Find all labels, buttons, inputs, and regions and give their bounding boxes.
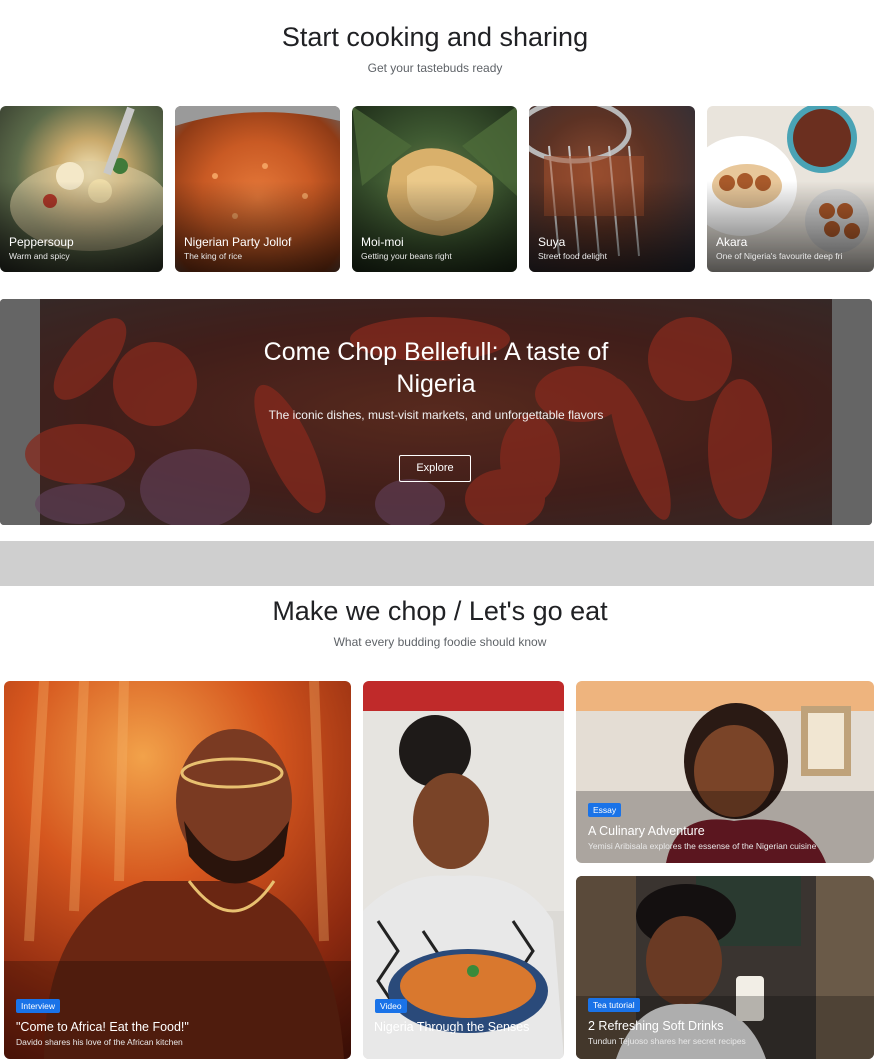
story-subtitle: Tundun Tejuoso shares her secret recipes xyxy=(588,1036,746,1046)
card-subtitle: Getting your beans right xyxy=(361,251,452,261)
recipe-card-moimoi[interactable]: Moi-moi Getting your beans right xyxy=(352,106,517,272)
story-tag: Video xyxy=(375,999,407,1013)
story-card-video[interactable]: Video Nigeria Through the Senses Yemisi … xyxy=(363,681,564,1059)
section-title-2: Make we chop / Let's go eat xyxy=(272,596,608,626)
hero-title-line1: Come Chop Bellefull: A taste of xyxy=(263,338,609,366)
story-tag: Interview xyxy=(16,999,61,1013)
story-card-essay[interactable]: Essay A Culinary Adventure Yemisi Aribis… xyxy=(576,681,874,863)
card-title: Moi-moi xyxy=(361,235,404,249)
story-card-interview[interactable]: Interview "Come to Africa! Eat the Food!… xyxy=(4,681,351,1059)
story-subtitle: Yemisi Odusanya's top tips xyxy=(374,1037,476,1047)
card-subtitle: Street food delight xyxy=(538,251,607,261)
card-subtitle: The king of rice xyxy=(184,251,243,261)
card-subtitle: One of Nigeria's favourite deep fri xyxy=(716,251,843,261)
explore-button[interactable]: Explore xyxy=(399,455,471,482)
story-card-tea-tutorial[interactable]: Tea tutorial 2 Refreshing Soft Drinks Tu… xyxy=(576,876,874,1059)
section-title: Start cooking and sharing xyxy=(281,22,589,52)
divider-band xyxy=(0,541,874,586)
section-subtitle-2: What every budding foodie should know xyxy=(333,635,547,649)
card-title: Akara xyxy=(716,235,748,249)
story-title: A Culinary Adventure xyxy=(588,824,705,838)
recipe-card-akara[interactable]: Akara One of Nigeria's favourite deep fr… xyxy=(707,106,874,272)
hero-subtitle: The iconic dishes, must-visit markets, a… xyxy=(268,408,604,422)
card-title: Suya xyxy=(538,235,566,249)
section-subtitle: Get your tastebuds ready xyxy=(367,61,503,75)
recipe-card-suya[interactable]: Suya Street food delight xyxy=(529,106,695,272)
story-tag: Tea tutorial xyxy=(588,998,640,1012)
story-title: Nigeria Through the Senses xyxy=(374,1020,530,1034)
recipe-card-jollof[interactable]: Nigerian Party Jollof The king of rice xyxy=(175,106,340,272)
story-title: 2 Refreshing Soft Drinks xyxy=(588,1019,724,1033)
card-title: Nigerian Party Jollof xyxy=(184,235,292,249)
story-subtitle: Davido shares his love of the African ki… xyxy=(16,1037,183,1047)
story-title: "Come to Africa! Eat the Food!" xyxy=(16,1020,189,1034)
recipe-card-peppersoup[interactable]: Peppersoup Warm and spicy xyxy=(0,106,163,272)
card-subtitle: Warm and spicy xyxy=(9,251,70,261)
story-subtitle: Yemisi Aribisala explores the essense of… xyxy=(588,841,817,851)
hero-banner: Come Chop Bellefull: A taste of Nigeria … xyxy=(0,299,872,525)
hero-title-line2: Nigeria xyxy=(396,370,476,398)
story-tag: Essay xyxy=(588,803,622,817)
card-title: Peppersoup xyxy=(9,235,74,249)
